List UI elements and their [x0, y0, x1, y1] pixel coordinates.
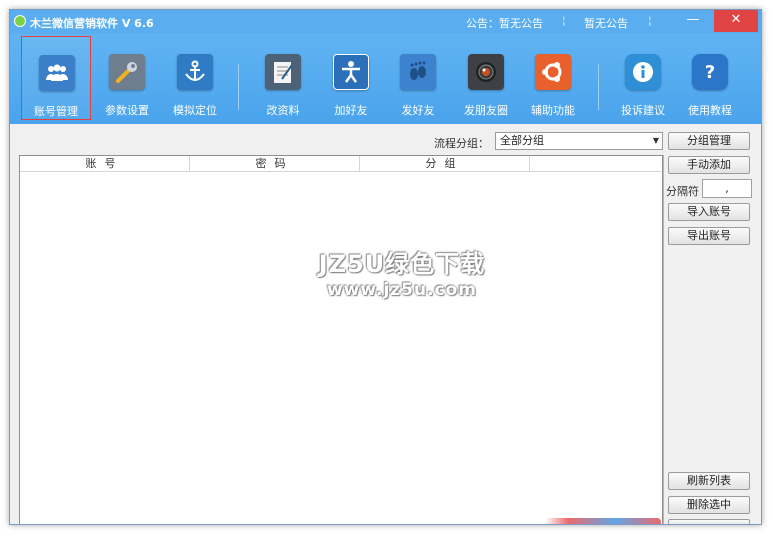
app-title: 木兰微信营销软件 V 6.6: [30, 17, 154, 30]
panel-divider: [663, 155, 664, 524]
account-table[interactable]: 账号 密码 分组 JZ5U绿色下载 www.jz5u.com: [19, 155, 663, 524]
table-header: 账号 密码 分组: [20, 156, 662, 172]
watermark-url: www.jz5u.com: [326, 280, 478, 300]
camera-icon: [468, 54, 504, 90]
refresh-list-button[interactable]: 刷新列表: [668, 472, 750, 490]
app-logo-icon: [14, 15, 26, 27]
notepad-icon: [265, 54, 301, 90]
title-divider-2: ¦: [648, 14, 652, 27]
users-icon: [39, 55, 75, 91]
tool-parameter-settings[interactable]: 参数设置: [92, 36, 162, 120]
tool-label: 改资料: [266, 104, 300, 117]
separator-label: 分隔符: [666, 185, 699, 198]
watermark: JZ5U绿色下载 www.jz5u.com: [302, 244, 502, 300]
group-filter-label: 流程分组：: [434, 137, 489, 150]
person-icon: [333, 54, 369, 90]
anchor-icon: [177, 54, 213, 90]
manual-add-button[interactable]: 手动添加: [668, 156, 750, 174]
close-button[interactable]: ✕: [714, 10, 758, 32]
chevron-down-icon: ▼: [652, 136, 659, 145]
tool-feedback[interactable]: 投诉建议: [608, 36, 678, 120]
group-filter-value: 全部分组: [500, 134, 544, 147]
tool-tutorial[interactable]: ? 使用教程: [675, 36, 745, 120]
tool-auxiliary[interactable]: 辅助功能: [518, 36, 588, 120]
tool-label: 发好友: [401, 104, 435, 117]
tool-add-friend[interactable]: 加好友: [316, 36, 386, 120]
tool-post-moments[interactable]: 发朋友圈: [451, 36, 521, 120]
tool-label: 辅助功能: [531, 104, 575, 117]
info-icon: [625, 54, 661, 90]
tool-label: 账号管理: [34, 105, 78, 118]
group-filter-select[interactable]: 全部分组 ▼: [495, 132, 663, 150]
app-window: 木兰微信营销软件 V 6.6 公告：暂无公告 ¦ 暂无公告 ¦ — ✕ 账号管理…: [9, 9, 762, 525]
svg-text:?: ?: [705, 62, 715, 83]
notice-text: 公告：暂无公告: [466, 17, 543, 30]
delete-selected-button[interactable]: 删除选中: [668, 496, 750, 514]
tool-send-friend[interactable]: 发好友: [383, 36, 453, 120]
tool-label: 发朋友圈: [464, 104, 508, 117]
export-accounts-button[interactable]: 导出账号: [668, 227, 750, 245]
tool-account-manage[interactable]: 账号管理: [21, 36, 91, 120]
column-header-account[interactable]: 账号: [20, 156, 190, 172]
watermark-logo-fragment: [545, 518, 661, 524]
tool-edit-profile[interactable]: 改资料: [248, 36, 318, 120]
tool-label: 投诉建议: [621, 104, 665, 117]
footprint-icon: [400, 54, 436, 90]
tool-label: 参数设置: [105, 104, 149, 117]
minimize-button[interactable]: —: [680, 10, 706, 32]
toolbar-divider-2: [598, 64, 599, 110]
partially-hidden-button[interactable]: [668, 519, 750, 524]
tool-simulate-location[interactable]: 模拟定位: [160, 36, 230, 120]
main-toolbar: 账号管理 参数设置 模拟定位 改资料 加好友 发好友 发朋友圈 辅助功能 投诉建…: [10, 34, 761, 124]
wrench-icon: [109, 54, 145, 90]
notice-text-2: 暂无公告: [584, 17, 628, 30]
column-header-password[interactable]: 密码: [190, 156, 360, 172]
column-header-group[interactable]: 分组: [360, 156, 530, 172]
tool-label: 加好友: [334, 104, 368, 117]
title-divider: ¦: [562, 14, 566, 27]
help-icon: ?: [692, 54, 728, 90]
watermark-title: JZ5U绿色下载: [318, 250, 486, 278]
group-manage-button[interactable]: 分组管理: [668, 132, 750, 150]
separator-input[interactable]: ,: [702, 179, 752, 198]
tool-label: 使用教程: [688, 104, 732, 117]
tool-label: 模拟定位: [173, 104, 217, 117]
ubuntu-icon: [535, 54, 571, 90]
import-accounts-button[interactable]: 导入账号: [668, 203, 750, 221]
title-bar: 木兰微信营销软件 V 6.6 公告：暂无公告 ¦ 暂无公告 ¦ — ✕: [10, 10, 761, 34]
toolbar-divider: [238, 64, 239, 110]
